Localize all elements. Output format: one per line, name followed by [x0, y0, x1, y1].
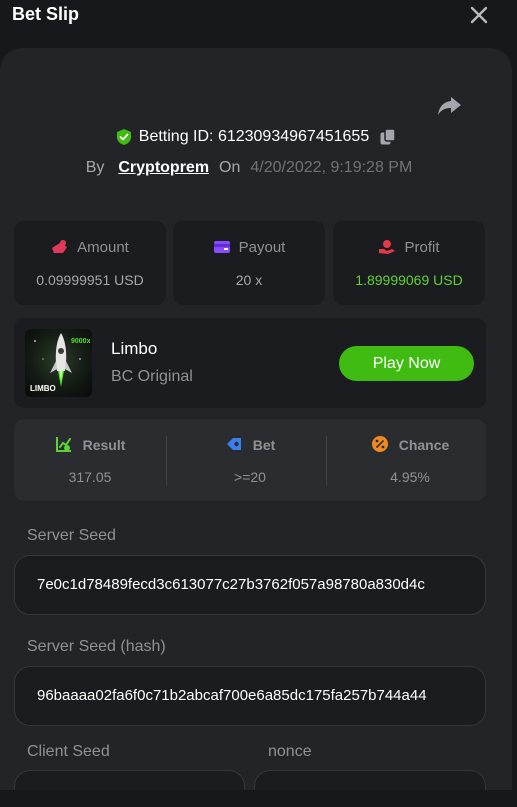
bettor-row: By Cryptoprem On 4/20/2022, 9:19:28 PM — [0, 159, 498, 181]
client-seed-label: Client Seed — [27, 743, 110, 760]
bet-value: >=20 — [234, 469, 266, 485]
game-subtitle: BC Original — [111, 368, 193, 385]
bet-label: Bet — [252, 437, 276, 453]
page-title: Bet Slip — [12, 4, 80, 24]
amount-label: Amount — [77, 239, 129, 256]
bettor-username-link[interactable]: Cryptoprem — [118, 159, 209, 176]
on-label: On — [219, 159, 241, 176]
bet-column: Bet >=20 — [174, 419, 326, 501]
copy-icon[interactable] — [379, 128, 397, 146]
result-label: Result — [82, 437, 126, 453]
result-value: 317.05 — [68, 469, 112, 485]
divider — [326, 436, 327, 486]
thumb-logo-text: LIMBO — [30, 384, 56, 393]
by-label: By — [85, 159, 105, 176]
limbo-game-thumbnail[interactable]: 9000x LIMBO — [25, 329, 92, 397]
chance-label: Chance — [398, 437, 450, 453]
payout-icon — [213, 241, 230, 253]
chance-column: Chance 4.95% — [334, 419, 486, 501]
nonce-label: nonce — [268, 743, 312, 760]
server-seed-hash-field[interactable]: 96baaaa02fa6f0c71b2abcaf700e6a85dc175fa2… — [14, 666, 486, 726]
profit-card: Profit 1.89999069 USD — [333, 221, 485, 305]
percent-icon — [371, 436, 388, 452]
server-seed-hash-value[interactable]: 96baaaa02fa6f0c71b2abcaf700e6a85dc175fa2… — [37, 687, 427, 704]
amount-card: Amount 0.09999951 USD — [14, 221, 166, 305]
result-column: Result 317.05 — [14, 419, 166, 501]
server-seed-value[interactable]: 7e0c1d78489fecd3c613077c27b3762f057a9878… — [37, 576, 425, 593]
profit-label: Profit — [404, 239, 440, 256]
payout-label: Payout — [238, 239, 286, 256]
payout-card: Payout 20 x — [173, 221, 325, 305]
profit-value: 1.89999069 USD — [355, 272, 463, 288]
result-icon — [55, 437, 71, 452]
server-seed-field[interactable]: 7e0c1d78489fecd3c613077c27b3762f057a9878… — [14, 555, 486, 615]
game-card: 9000x LIMBO Limbo BC Original Play Now — [14, 318, 486, 408]
nonce-field[interactable] — [254, 770, 486, 790]
game-name[interactable]: Limbo — [111, 339, 157, 359]
server-seed-hash-label: Server Seed (hash) — [27, 638, 166, 655]
chance-value: 4.95% — [390, 469, 430, 485]
share-icon[interactable] — [437, 95, 463, 117]
thumb-badge-text: 9000x — [71, 338, 91, 345]
shield-icon — [116, 129, 131, 145]
close-icon[interactable] — [468, 4, 490, 26]
profit-icon — [379, 240, 396, 254]
bet-datetime: 4/20/2022, 9:19:28 PM — [250, 159, 413, 176]
betting-id-row: Betting ID: 61230934967451655 — [0, 128, 512, 150]
server-seed-label: Server Seed — [27, 527, 116, 544]
header: Bet Slip — [0, 0, 517, 30]
bet-tag-icon — [226, 438, 241, 450]
divider — [166, 436, 167, 486]
bet-slip-panel: Betting ID: 61230934967451655 By Cryptopr… — [0, 48, 512, 790]
play-now-button[interactable]: Play Now — [339, 346, 474, 381]
payout-value: 20 x — [235, 272, 263, 288]
result-summary: Result 317.05 Bet >=20 Chance 4.95% — [14, 419, 486, 501]
betting-id-value: 61230934967451655 — [217, 128, 370, 145]
amount-icon — [52, 240, 68, 253]
betting-id-label: Betting ID: — [138, 128, 214, 145]
client-seed-field[interactable] — [14, 770, 245, 790]
amount-value: 0.09999951 USD — [36, 272, 144, 288]
